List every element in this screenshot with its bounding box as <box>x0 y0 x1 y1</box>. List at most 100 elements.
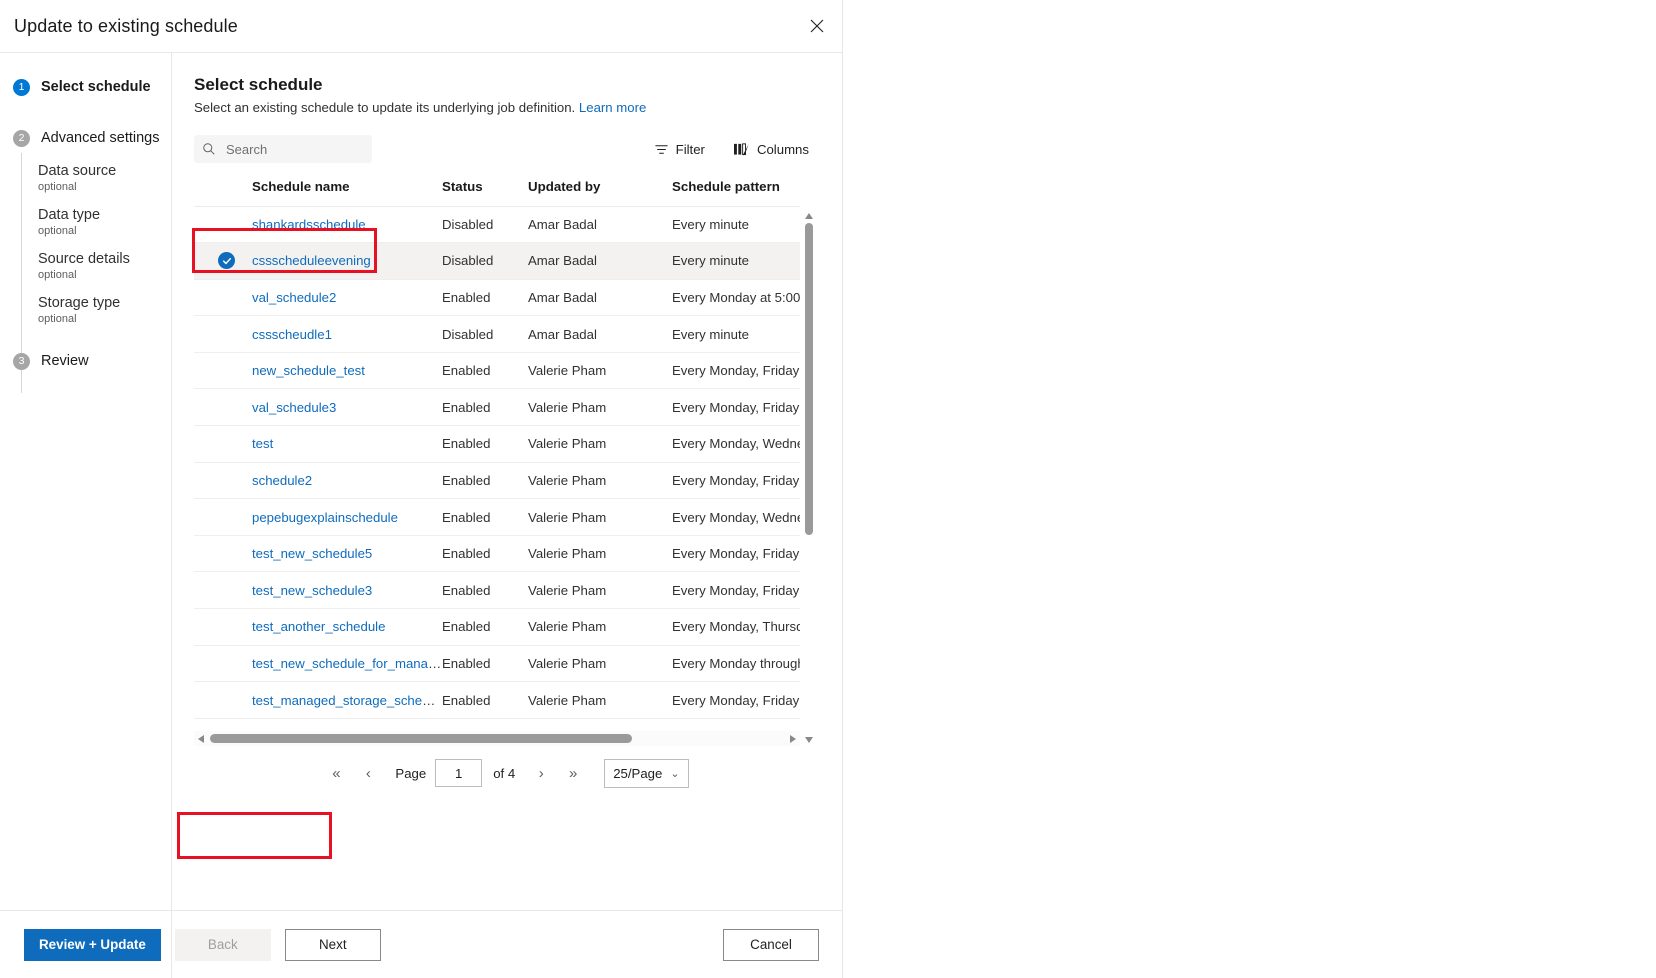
table-row[interactable]: cssscheudle1 Disabled Amar Badal Every minu… <box>194 315 800 353</box>
search-input[interactable] <box>224 140 364 158</box>
schedule-name-link[interactable]: test <box>252 436 273 451</box>
schedule-name-link[interactable]: val_schedule3 <box>252 400 336 415</box>
cell-schedule-pattern: Every Monday, Friday at 4:00 PM (UTC) <box>672 681 800 719</box>
table-row[interactable]: test_managed_storage_schedule Enabled Vale… <box>194 681 800 719</box>
cell-schedule-name[interactable]: test_another_schedule <box>252 608 442 646</box>
horizontal-scroll-thumb[interactable] <box>210 734 632 743</box>
table-row[interactable]: test_another_schedule Enabled Valerie Pham… <box>194 608 800 646</box>
cell-schedule-name[interactable]: test <box>252 425 442 463</box>
pagination-bar: « ‹ Page of 4 › » 25/Page ⌄ <box>194 746 816 800</box>
sidebar-item-storage-type[interactable]: Storage type optional <box>0 294 171 325</box>
row-select-cell[interactable] <box>194 315 252 353</box>
table-row[interactable]: new_schedule_test Enabled Valerie Pham Ever… <box>194 352 800 390</box>
filter-button[interactable]: Filter <box>647 137 712 162</box>
row-select-cell[interactable] <box>194 352 252 390</box>
row-select-cell[interactable] <box>194 242 252 280</box>
sidebar-item-source-details[interactable]: Source details optional <box>0 250 171 281</box>
column-header-updated-by[interactable]: Updated by <box>528 176 672 207</box>
cell-schedule-name[interactable]: new_schedule_test <box>252 352 442 390</box>
schedule-name-link[interactable]: test_new_schedule_for_manage… <box>252 656 442 671</box>
review-update-button[interactable]: Review + Update <box>24 928 161 961</box>
schedule-name-link[interactable]: shankardsschedule <box>252 217 366 232</box>
schedule-name-link[interactable]: schedule2 <box>252 473 312 488</box>
row-select-cell[interactable] <box>194 498 252 536</box>
sidebar-step-label: Review <box>41 353 89 369</box>
columns-label: Columns <box>756 141 809 157</box>
cell-schedule-name[interactable]: test_new_schedule3 <box>252 571 442 610</box>
sidebar-subitem-label: Storage type <box>38 295 121 311</box>
sidebar-step-advanced-settings[interactable]: 2 Advanced settings <box>0 124 171 152</box>
row-select-cell[interactable] <box>194 681 252 719</box>
page-size-select[interactable]: 25/Page ⌄ <box>604 758 689 788</box>
next-page-button[interactable]: › <box>526 758 556 788</box>
columns-button[interactable]: Columns <box>726 137 816 162</box>
cell-schedule-name[interactable]: pepebugexplainschedule <box>252 498 442 536</box>
cell-schedule-name[interactable]: schedule2 <box>252 462 442 500</box>
sidebar-item-data-type[interactable]: Data type optional <box>0 206 171 237</box>
close-icon[interactable] <box>800 10 834 42</box>
row-select-cell[interactable] <box>194 206 252 244</box>
table-row[interactable]: pepebugexplainschedule Enabled Valerie Pha… <box>194 498 800 536</box>
row-select-cell[interactable] <box>194 425 252 463</box>
learn-more-link[interactable]: Learn more <box>579 100 646 115</box>
table-row[interactable]: shankardsschedule Disabled Amar Badal Every… <box>194 206 800 244</box>
scroll-down-icon[interactable] <box>802 734 816 746</box>
column-header-status[interactable]: Status <box>442 176 528 207</box>
cell-schedule-name[interactable]: val_schedule2 <box>252 279 442 317</box>
wizard-sidebar: 1 Select schedule 2 Advanced settings Da… <box>0 53 172 978</box>
checkmark-icon[interactable] <box>218 252 235 270</box>
scroll-left-icon[interactable] <box>194 731 208 746</box>
search-box[interactable] <box>194 135 372 163</box>
schedule-name-link[interactable]: new_schedule_test <box>252 363 365 378</box>
table-row[interactable]: test_new_schedule_for_manage… Enabled Vale… <box>194 645 800 683</box>
previous-page-button[interactable]: ‹ <box>353 758 383 788</box>
schedule-name-link[interactable]: cssscheduleevening <box>252 253 371 268</box>
cell-schedule-name[interactable]: test_managed_storage_schedule <box>252 681 442 719</box>
schedule-name-link[interactable]: val_schedule2 <box>252 290 336 305</box>
last-page-button[interactable]: » <box>558 758 588 788</box>
cancel-button[interactable]: Cancel <box>723 928 819 961</box>
first-page-button[interactable]: « <box>321 758 351 788</box>
row-select-cell[interactable] <box>194 462 252 500</box>
row-select-cell[interactable] <box>194 535 252 573</box>
column-header-schedule-pattern[interactable]: Schedule pattern <box>672 176 800 207</box>
schedule-name-link[interactable]: cssscheudle1 <box>252 327 332 342</box>
table-row[interactable]: test_new_schedule3 Enabled Valerie Pham Eve… <box>194 571 800 610</box>
cell-schedule-name[interactable]: shankardsschedule <box>252 206 442 244</box>
schedule-name-link[interactable]: test_managed_storage_schedule <box>252 693 442 708</box>
table-vertical-scrollbar[interactable] <box>802 210 816 746</box>
next-button[interactable]: Next <box>284 928 381 961</box>
schedule-name-link[interactable]: test_another_schedule <box>252 619 385 634</box>
row-select-cell[interactable] <box>194 279 252 317</box>
table-row[interactable]: val_schedule2 Enabled Amar Badal Every Mond… <box>194 279 800 317</box>
schedule-name-link[interactable]: test_new_schedule3 <box>252 583 372 598</box>
schedule-name-link[interactable]: pepebugexplainschedule <box>252 510 398 525</box>
sidebar-step-review[interactable]: 3 Review <box>0 347 171 375</box>
step-number-badge: 1 <box>13 78 30 96</box>
column-header-schedule-name[interactable]: Schedule name <box>252 176 442 207</box>
scroll-up-icon[interactable] <box>802 210 816 222</box>
vertical-scroll-thumb[interactable] <box>805 223 813 535</box>
sidebar-item-data-source[interactable]: Data source optional <box>0 162 171 193</box>
table-row[interactable]: test Enabled Valerie Pham Every Monday, Wed… <box>194 425 800 463</box>
cell-schedule-name[interactable]: test_new_schedule5 <box>252 535 442 573</box>
row-select-cell[interactable] <box>194 645 252 683</box>
cell-schedule-name[interactable]: test_new_schedule_for_manage… <box>252 645 442 683</box>
row-select-cell[interactable] <box>194 388 252 427</box>
cell-schedule-name[interactable]: cssscheudle1 <box>252 315 442 353</box>
table-horizontal-scrollbar[interactable] <box>194 731 800 746</box>
table-row[interactable]: test_new_schedule5 Enabled Valerie Pham Eve… <box>194 535 800 573</box>
sidebar-step-select-schedule[interactable]: 1 Select schedule <box>0 73 171 101</box>
schedule-name-link[interactable]: test_new_schedule5 <box>252 546 372 561</box>
page-number-input[interactable] <box>435 759 483 787</box>
cell-schedule-name[interactable]: cssscheduleevening <box>252 242 442 280</box>
row-select-cell[interactable] <box>194 608 252 646</box>
table-row[interactable]: schedule2 Enabled Valerie Pham Every Monday… <box>194 462 800 500</box>
table-row[interactable]: cssscheduleevening Disabled Amar Badal Ever… <box>194 242 800 280</box>
table-row[interactable]: val_schedule3 Enabled Valerie Pham Every Mo… <box>194 388 800 427</box>
cell-schedule-name[interactable]: val_schedule3 <box>252 388 442 427</box>
row-select-cell[interactable] <box>194 571 252 610</box>
back-button[interactable]: Back <box>174 928 271 961</box>
dialog-footer: Review + Update Back Next Cancel <box>0 910 843 978</box>
scroll-right-icon[interactable] <box>786 731 800 746</box>
